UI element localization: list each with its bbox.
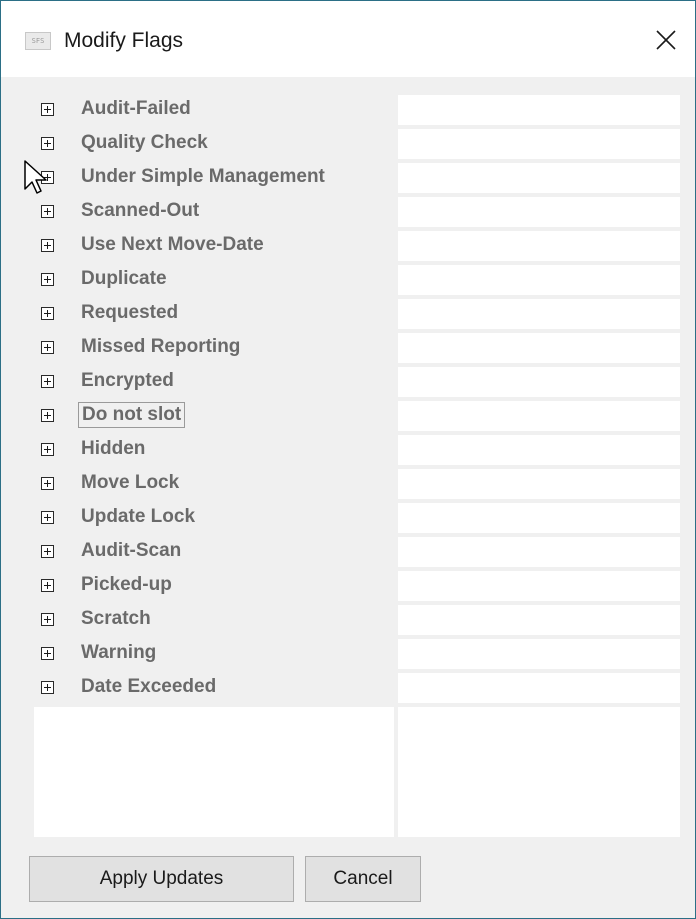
plus-box-icon[interactable]	[41, 137, 54, 150]
flag-value-field[interactable]	[398, 333, 680, 363]
flag-value-field[interactable]	[398, 265, 680, 295]
close-icon	[656, 30, 676, 50]
app-icon: SFS	[25, 32, 51, 50]
flag-value-field[interactable]	[398, 605, 680, 635]
flag-value-field[interactable]	[398, 469, 680, 499]
flag-label[interactable]: Audit-Scan	[78, 540, 184, 562]
flag-label[interactable]: Under Simple Management	[78, 166, 328, 188]
flag-row[interactable]: Scanned-Out	[34, 195, 394, 229]
flag-value-field[interactable]	[398, 435, 680, 465]
flag-row[interactable]: Under Simple Management	[34, 161, 394, 195]
plus-box-icon[interactable]	[41, 579, 54, 592]
flag-row[interactable]: Warning	[34, 637, 394, 671]
flag-label[interactable]: Date Exceeded	[78, 676, 219, 698]
flag-label[interactable]: Hidden	[78, 438, 148, 460]
close-button[interactable]	[637, 17, 695, 63]
flag-row[interactable]: Missed Reporting	[34, 331, 394, 365]
flag-label[interactable]: Scanned-Out	[78, 200, 202, 222]
flag-label[interactable]: Audit-Failed	[78, 98, 194, 120]
flag-value-field[interactable]	[398, 129, 680, 159]
flag-value-field[interactable]	[398, 639, 680, 669]
flag-row[interactable]: Duplicate	[34, 263, 394, 297]
flag-value-field[interactable]	[398, 163, 680, 193]
cancel-button[interactable]: Cancel	[305, 856, 421, 902]
flag-value-field[interactable]	[398, 231, 680, 261]
flag-row[interactable]: Encrypted	[34, 365, 394, 399]
flag-label[interactable]: Requested	[78, 302, 181, 324]
flag-label[interactable]: Scratch	[78, 608, 154, 630]
flag-label[interactable]: Update Lock	[78, 506, 198, 528]
flag-row[interactable]: Use Next Move-Date	[34, 229, 394, 263]
flags-property-grid: Audit-Failed Quality Check Under Simple Ma…	[34, 87, 680, 837]
plus-box-icon[interactable]	[41, 647, 54, 660]
plus-box-icon[interactable]	[41, 511, 54, 524]
flag-row[interactable]: Audit-Failed	[34, 93, 394, 127]
flag-value-field[interactable]	[398, 673, 680, 703]
plus-box-icon[interactable]	[41, 205, 54, 218]
flag-label[interactable]: Move Lock	[78, 472, 182, 494]
flag-value-field[interactable]	[398, 503, 680, 533]
window-title: Modify Flags	[64, 29, 184, 52]
flag-row[interactable]: Requested	[34, 297, 394, 331]
flag-value-field[interactable]	[398, 401, 680, 431]
flag-row[interactable]: Date Exceeded	[34, 671, 394, 705]
mouse-pointer-icon	[24, 160, 48, 201]
plus-box-icon[interactable]	[41, 545, 54, 558]
flag-value-field[interactable]	[398, 197, 680, 227]
flag-value-field[interactable]	[398, 95, 680, 125]
flag-label[interactable]: Duplicate	[78, 268, 170, 290]
plus-box-icon[interactable]	[41, 443, 54, 456]
flag-value-field[interactable]	[398, 571, 680, 601]
modify-flags-dialog: SFS Modify Flags Audit-Failed Quality Che…	[0, 0, 696, 919]
flag-label[interactable]: Warning	[78, 642, 159, 664]
flag-row[interactable]: Quality Check	[34, 127, 394, 161]
flag-label[interactable]: Do not slot	[78, 402, 186, 428]
flag-label[interactable]: Quality Check	[78, 132, 211, 154]
flag-label[interactable]: Missed Reporting	[78, 336, 243, 358]
flag-row[interactable]: Picked-up	[34, 569, 394, 603]
flag-values-column	[398, 95, 680, 707]
apply-updates-button[interactable]: Apply Updates	[29, 856, 294, 902]
flag-row[interactable]: Hidden	[34, 433, 394, 467]
title-bar: SFS Modify Flags	[1, 1, 695, 77]
flag-label[interactable]: Use Next Move-Date	[78, 234, 267, 256]
plus-box-icon[interactable]	[41, 273, 54, 286]
plus-box-icon[interactable]	[41, 307, 54, 320]
flag-label[interactable]: Encrypted	[78, 370, 177, 392]
flag-row[interactable]: Do not slot	[34, 399, 394, 433]
tree-empty-area	[34, 707, 394, 837]
plus-box-icon[interactable]	[41, 103, 54, 116]
plus-box-icon[interactable]	[41, 341, 54, 354]
flag-tree: Audit-Failed Quality Check Under Simple Ma…	[34, 93, 394, 705]
values-empty-area	[398, 707, 680, 837]
flag-row[interactable]: Scratch	[34, 603, 394, 637]
flag-row[interactable]: Update Lock	[34, 501, 394, 535]
flag-label[interactable]: Picked-up	[78, 574, 175, 596]
flag-value-field[interactable]	[398, 299, 680, 329]
plus-box-icon[interactable]	[41, 409, 54, 422]
plus-box-icon[interactable]	[41, 375, 54, 388]
flag-value-field[interactable]	[398, 537, 680, 567]
plus-box-icon[interactable]	[41, 613, 54, 626]
plus-box-icon[interactable]	[41, 239, 54, 252]
flag-row[interactable]: Audit-Scan	[34, 535, 394, 569]
plus-box-icon[interactable]	[41, 681, 54, 694]
flag-value-field[interactable]	[398, 367, 680, 397]
flag-row[interactable]: Move Lock	[34, 467, 394, 501]
plus-box-icon[interactable]	[41, 477, 54, 490]
